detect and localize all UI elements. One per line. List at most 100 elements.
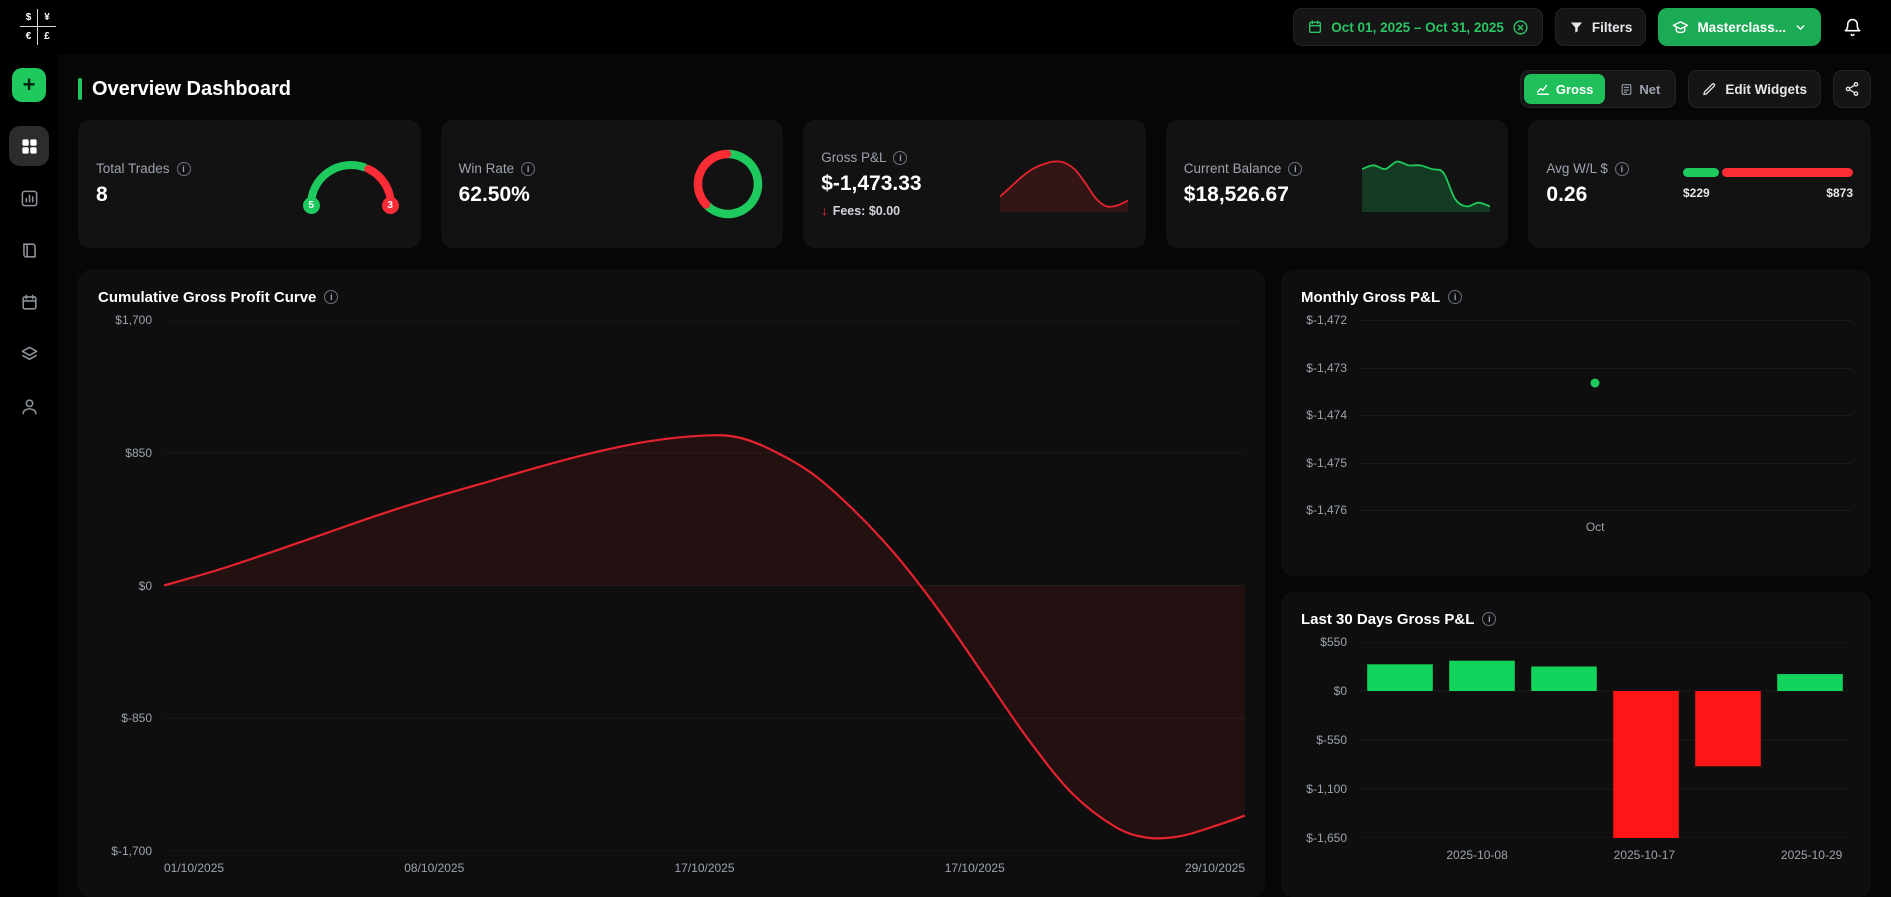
current-balance-card: Current Balance i $18,526.67 (1165, 120, 1509, 248)
sidebar-item-calendar[interactable] (9, 282, 49, 322)
info-icon[interactable]: i (1482, 612, 1497, 626)
edit-widgets-label: Edit Widgets (1725, 81, 1807, 97)
journal-icon (22, 242, 36, 258)
win-loss-gauge: 5 3 (299, 153, 403, 215)
gross-label: Gross (1555, 81, 1594, 97)
y-axis: $550 $0 $-550 $-1,100 $-1,650 (1306, 635, 1347, 845)
filter-icon (1570, 22, 1583, 32)
cumulative-profit-panel: Cumulative Gross Profit Curve i $1,700 $85… (78, 270, 1265, 897)
user-icon (21, 398, 37, 414)
stat-label: Win Rate (458, 161, 515, 176)
last-30-days-plot[interactable] (1359, 642, 1851, 838)
info-icon[interactable]: i (324, 290, 339, 304)
graduation-cap-icon (1673, 20, 1689, 33)
account-label: Masterclass... (1697, 19, 1786, 35)
chart-title: Last 30 Days Gross P&L (1301, 610, 1475, 628)
filters-button[interactable]: Filters (1554, 8, 1647, 46)
charts-row: Cumulative Gross Profit Curve i $1,700 $85… (78, 270, 1871, 897)
gross-pnl-card: Gross P&L i $-1,473.33 ↓ Fees: $0.00 (803, 120, 1146, 248)
info-icon[interactable]: i (1614, 161, 1629, 176)
fees-label: Fees: $0.00 (832, 203, 901, 218)
avg-loss-label: $873 (1826, 186, 1853, 200)
wins-badge: 5 (302, 197, 320, 214)
fees-down-arrow-icon: ↓ (821, 203, 828, 218)
chart-title: Monthly Gross P&L (1301, 288, 1441, 306)
gross-toggle-button[interactable]: Gross (1523, 74, 1606, 104)
bar-chart-icon (21, 190, 37, 206)
monthly-pnl-plot[interactable] (1359, 320, 1851, 511)
avg-wl-card: Avg W/L $ i 0.26 $229 $873 (1528, 120, 1871, 248)
sidebar-item-journal[interactable] (9, 230, 49, 270)
sidebar-item-dashboard[interactable] (9, 126, 49, 166)
app-logo[interactable]: $ ¥ € £ (20, 9, 56, 45)
dashboard-grid-icon (21, 138, 37, 154)
logo-symbol: £ (44, 30, 50, 42)
net-icon (1622, 83, 1632, 95)
x-axis: Oct (1585, 520, 1605, 534)
total-trades-value: 8 (96, 183, 108, 206)
stat-label: Avg W/L $ (1546, 161, 1608, 176)
info-icon[interactable]: i (521, 161, 536, 176)
gross-pnl-value: $-1,473.33 (821, 172, 922, 195)
clear-date-icon[interactable] (1512, 19, 1529, 36)
info-icon[interactable]: i (1448, 290, 1463, 304)
sidebar-item-stats[interactable] (9, 178, 49, 218)
info-icon[interactable]: i (176, 161, 191, 176)
stats-row: Total Trades i 8 5 3 Win Rate i 62.50% G… (78, 120, 1871, 248)
calendar-icon (21, 294, 37, 310)
logo-symbol: ¥ (38, 9, 56, 27)
calendar-icon (1309, 20, 1322, 33)
win-rate-value: 62.50% (458, 183, 530, 206)
notifications-button[interactable] (1833, 8, 1871, 46)
monthly-pnl-panel: Monthly Gross P&L i $-1,472 $-1,473 $-1,474… (1281, 270, 1871, 576)
chevron-down-icon (1796, 24, 1805, 30)
gross-pnl-sparkline (999, 156, 1128, 212)
layers-icon (21, 346, 37, 360)
current-balance-value: $18,526.67 (1183, 183, 1289, 206)
y-axis: $-1,472 $-1,473 $-1,474 $-1,475 $-1,476 (1306, 313, 1347, 517)
bell-icon (1844, 18, 1860, 36)
stat-label: Gross P&L (821, 150, 887, 165)
x-axis: 2025-10-08 2025-10-17 2025-10-29 (1446, 848, 1843, 862)
total-trades-card: Total Trades i 8 5 3 (78, 120, 421, 248)
net-toggle-button[interactable]: Net (1608, 74, 1672, 104)
logo-symbol: € (20, 27, 38, 45)
y-axis: $1,700 $850 $0 $-850 $-1,700 (111, 313, 152, 858)
share-icon (1845, 82, 1859, 96)
stat-label: Current Balance (1183, 161, 1282, 176)
avg-win-label: $229 (1683, 186, 1710, 200)
pencil-icon (1703, 82, 1716, 95)
cumulative-profit-plot[interactable] (164, 320, 1245, 851)
logo-symbol: $ (20, 9, 38, 27)
filters-label: Filters (1591, 19, 1633, 35)
chart-title: Cumulative Gross Profit Curve (98, 288, 317, 306)
gross-net-toggle: Gross Net (1519, 70, 1677, 108)
info-icon[interactable]: i (1288, 161, 1303, 176)
sidebar: + (0, 54, 58, 897)
stat-label: Total Trades (96, 161, 170, 176)
edit-widgets-button[interactable]: Edit Widgets (1688, 70, 1821, 108)
x-axis: 01/10/2025 08/10/2025 17/10/2025 17/10/2025… (164, 861, 1245, 875)
title-accent-bar (78, 78, 82, 100)
topbar: $ ¥ € £ Oct 01, 2025 – Oct 31, 2025 Filt… (0, 0, 1891, 54)
page-title: Overview Dashboard (92, 77, 291, 100)
win-rate-donut (691, 147, 765, 221)
monthly-pnl-point (1590, 378, 1600, 388)
sidebar-item-mentor[interactable] (9, 386, 49, 426)
net-label: Net (1639, 81, 1661, 97)
sidebar-item-playbooks[interactable] (9, 334, 49, 374)
losses-badge: 3 (381, 197, 399, 214)
avg-wl-value: 0.26 (1546, 183, 1588, 206)
avg-wl-bar: $229 $873 (1683, 168, 1853, 200)
info-icon[interactable]: i (893, 150, 908, 165)
main-content: Overview Dashboard Gross Net Edit Widget… (58, 54, 1891, 897)
win-rate-card: Win Rate i 62.50% (440, 120, 784, 248)
balance-sparkline (1362, 156, 1491, 212)
share-button[interactable] (1833, 70, 1871, 108)
chart-line-icon (1536, 84, 1549, 95)
add-button[interactable]: + (12, 68, 46, 102)
date-range-button[interactable]: Oct 01, 2025 – Oct 31, 2025 (1293, 8, 1543, 46)
account-selector-button[interactable]: Masterclass... (1658, 8, 1821, 46)
last-30-days-panel: Last 30 Days Gross P&L i $550 $0 $-550 $-1,1… (1281, 592, 1871, 897)
date-range-label: Oct 01, 2025 – Oct 31, 2025 (1331, 19, 1504, 35)
